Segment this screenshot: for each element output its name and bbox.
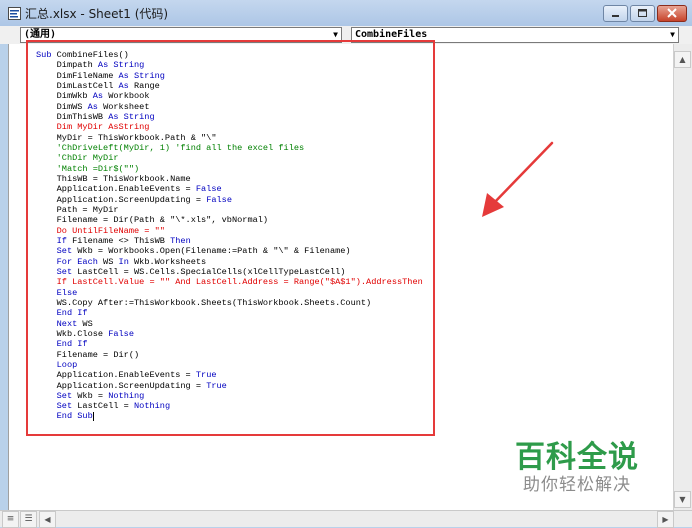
- scroll-down-button[interactable]: ▼: [674, 491, 691, 508]
- vba-module-icon: [8, 7, 21, 20]
- vertical-scrollbar[interactable]: ▲ ▼: [673, 44, 692, 510]
- maximize-icon: [638, 9, 647, 17]
- close-icon: [667, 8, 677, 18]
- title-bar: 汇总.xlsx - Sheet1 (代码): [0, 0, 692, 26]
- object-dropdown-value: (通用): [24, 29, 57, 40]
- maximize-button[interactable]: [630, 5, 655, 22]
- minimize-icon: [612, 15, 619, 17]
- watermark-slogan: 助你轻松解决: [523, 475, 631, 495]
- scroll-right-button[interactable]: ▶: [657, 511, 674, 528]
- scroll-left-button[interactable]: ◀: [39, 511, 56, 528]
- full-module-view-button[interactable]: ☰: [20, 511, 37, 528]
- horizontal-scrollbar[interactable]: ≡ ☰ ◀ ▶: [0, 510, 692, 528]
- close-button[interactable]: [657, 5, 687, 22]
- procedure-view-button[interactable]: ≡: [2, 511, 19, 528]
- procedure-dropdown-value: CombineFiles: [355, 29, 428, 40]
- chevron-down-icon: ▼: [670, 30, 675, 39]
- resize-grip-icon[interactable]: [675, 511, 692, 527]
- scroll-up-button[interactable]: ▲: [674, 51, 691, 68]
- minimize-button[interactable]: [603, 5, 628, 22]
- annotation-arrow-icon: [482, 141, 554, 217]
- window-title: 汇总.xlsx - Sheet1 (代码): [25, 7, 169, 21]
- highlight-box: [26, 40, 435, 436]
